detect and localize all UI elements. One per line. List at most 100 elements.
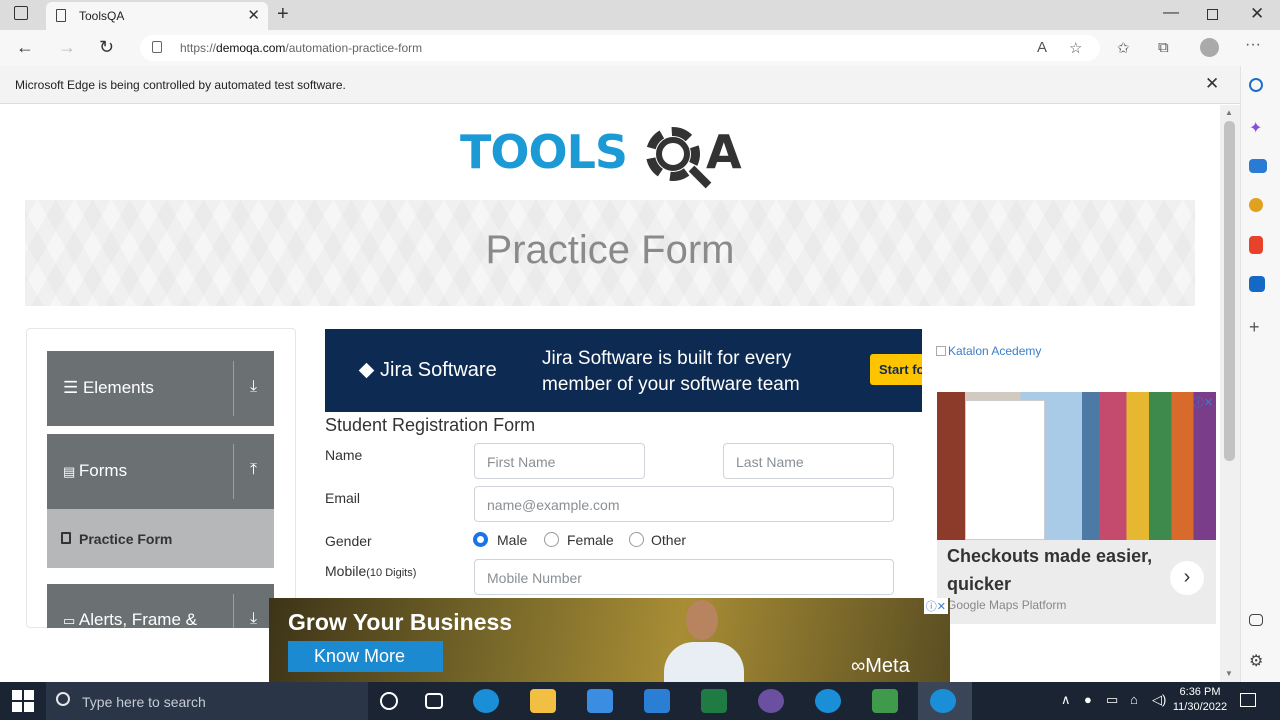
edge-taskbar-icon-2[interactable] <box>815 689 841 713</box>
taskbar-search[interactable]: Type here to search <box>46 682 368 720</box>
sidebar-collapse-icon[interactable] <box>1249 614 1263 626</box>
ad-headline: Checkouts made easier, quicker <box>947 546 1153 594</box>
expand-icon[interactable]: ⤓ <box>250 610 257 628</box>
battery-icon[interactable]: ▭ <box>1106 692 1118 708</box>
ad-cta-button[interactable]: Start fo <box>870 354 922 385</box>
microphone-icon[interactable]: ● <box>1084 692 1092 707</box>
eclipse-icon[interactable] <box>758 689 784 713</box>
file-explorer-icon[interactable] <box>530 689 556 713</box>
menu-group-elements[interactable]: ☰ Elements ⤓ <box>47 351 274 426</box>
menu-group-label: Elements <box>82 378 154 397</box>
back-icon[interactable]: ← <box>16 37 34 58</box>
menu-group-forms[interactable]: ▤ Forms ⤒ <box>47 434 274 509</box>
ad-brand: Jira Software <box>380 359 497 381</box>
tab-title: ToolsQA <box>79 9 125 23</box>
profile-icon[interactable] <box>1200 38 1219 57</box>
window-icon: ▭ <box>63 613 79 628</box>
volume-icon[interactable]: ◁) <box>1152 692 1166 708</box>
taskbar-clock[interactable]: 6:36 PM 11/30/2022 <box>1170 685 1230 715</box>
more-icon[interactable]: ··· <box>1245 36 1261 54</box>
toolsqa-logo[interactable]: TOOLS A <box>460 125 770 195</box>
menu-group-alerts[interactable]: ▭ Alerts, Frame & ⤓ <box>47 584 274 628</box>
games-icon[interactable] <box>1249 198 1263 212</box>
ad-tagline: Jira Software is built for every member … <box>542 348 800 395</box>
mail-icon[interactable] <box>644 689 670 713</box>
collapse-icon[interactable]: ⤒ <box>250 461 257 479</box>
address-bar[interactable]: https://demoqa.com/automation-practice-f… <box>140 35 1100 61</box>
minimize-icon[interactable]: — <box>1163 4 1179 22</box>
discover-icon[interactable]: ✦ <box>1249 118 1267 137</box>
favorites-icon[interactable]: ✩ <box>1117 39 1130 57</box>
hamburger-icon: ☰ <box>63 378 83 397</box>
last-name-input[interactable]: Last Name <box>723 443 894 479</box>
tools-icon[interactable] <box>1249 159 1267 173</box>
form-title: Student Registration Form <box>325 415 536 435</box>
read-aloud-icon[interactable]: A <box>1037 39 1047 56</box>
gender-male-radio[interactable] <box>473 532 488 547</box>
menu-group-label: Forms <box>78 461 128 480</box>
gender-label: Gender <box>325 533 372 549</box>
show-hidden-icons[interactable]: ∧ <box>1061 692 1071 708</box>
url-text: https://demoqa.com/automation-practice-f… <box>180 41 423 55</box>
adchoices-icon[interactable]: ⓘ✕ <box>923 598 948 614</box>
menu-group-label: Alerts, Frame & <box>78 610 197 628</box>
page-banner: Practice Form <box>25 200 1195 306</box>
new-tab-icon[interactable]: + <box>277 3 289 26</box>
edge-taskbar-icon[interactable] <box>473 689 499 713</box>
close-window-icon[interactable]: ✕ <box>1250 4 1264 24</box>
adchoices-icon[interactable]: ⓘ✕ <box>1193 394 1213 410</box>
gender-female-radio[interactable] <box>544 532 559 547</box>
collections-icon[interactable]: ⧉ <box>1158 39 1169 56</box>
maximize-icon[interactable] <box>1207 9 1218 20</box>
tab-actions-icon[interactable] <box>14 6 28 20</box>
page-favicon-icon <box>56 9 66 22</box>
excel-icon[interactable] <box>701 689 727 713</box>
menu-item-label: Practice Form <box>79 531 173 547</box>
cortana-icon[interactable] <box>380 692 398 710</box>
notepad-plus-icon[interactable] <box>872 689 898 713</box>
store-icon[interactable] <box>587 689 613 713</box>
gender-other-label[interactable]: Other <box>651 532 686 548</box>
refresh-icon[interactable]: ↻ <box>99 37 114 58</box>
meta-ad-banner[interactable]: Grow Your Business Know More ∞Meta ⓘ✕ <box>269 598 950 682</box>
forward-icon[interactable]: → <box>58 37 76 58</box>
email-input[interactable]: name@example.com <box>474 486 894 522</box>
know-more-button[interactable]: Know More <box>288 641 443 672</box>
scrollbar-thumb[interactable] <box>1224 121 1235 461</box>
meta-logo: ∞Meta <box>851 655 910 677</box>
chevron-right-icon[interactable]: › <box>1170 561 1204 595</box>
jira-ad-banner[interactable]: Jira Software Jira Software is built for… <box>325 329 922 412</box>
outlook-icon[interactable] <box>1249 276 1265 292</box>
expand-icon[interactable]: ⤓ <box>250 378 257 396</box>
notifications-icon[interactable] <box>1240 693 1256 707</box>
windows-start-icon[interactable] <box>12 690 34 712</box>
close-infobar-icon[interactable]: ✕ <box>1205 74 1219 94</box>
network-icon[interactable]: ⌂ <box>1130 692 1138 707</box>
task-view-icon[interactable] <box>425 693 443 709</box>
google-maps-ad[interactable]: ⓘ✕ Checkouts made easier, quicker Google… <box>937 392 1216 624</box>
close-tab-icon[interactable]: ✕ <box>247 6 260 24</box>
office-icon[interactable] <box>1249 236 1263 254</box>
ad-headline: Grow Your Business <box>288 609 513 635</box>
form-icon <box>61 532 71 544</box>
ad-source: Google Maps Platform <box>947 598 1067 612</box>
page-title: Practice Form <box>485 228 735 272</box>
gender-other-radio[interactable] <box>629 532 644 547</box>
automation-infobar: Microsoft Edge is being controlled by au… <box>0 66 1240 104</box>
gender-male-label[interactable]: Male <box>497 532 527 548</box>
first-name-input[interactable]: First Name <box>474 443 645 479</box>
gender-female-label[interactable]: Female <box>567 532 614 548</box>
settings-icon[interactable]: ⚙ <box>1249 651 1267 670</box>
favorite-add-icon[interactable]: ☆ <box>1069 39 1082 57</box>
mobile-input[interactable]: Mobile Number <box>474 559 894 595</box>
add-sidebar-icon[interactable]: + <box>1249 317 1267 337</box>
lock-icon[interactable] <box>152 41 162 53</box>
menu-item-practice-form[interactable]: Practice Form <box>47 509 274 568</box>
browser-tab[interactable]: ToolsQA ✕ <box>46 2 268 30</box>
form-icon: ▤ <box>63 464 79 479</box>
search-icon[interactable] <box>1249 78 1263 92</box>
katalon-ad-link[interactable]: Katalon Acedemy <box>936 344 1041 358</box>
page-scrollbar[interactable]: ▲ ▼ <box>1220 105 1240 682</box>
mobile-label: Mobile(10 Digits) <box>325 563 417 579</box>
edge-taskbar-icon-3[interactable] <box>930 689 956 713</box>
